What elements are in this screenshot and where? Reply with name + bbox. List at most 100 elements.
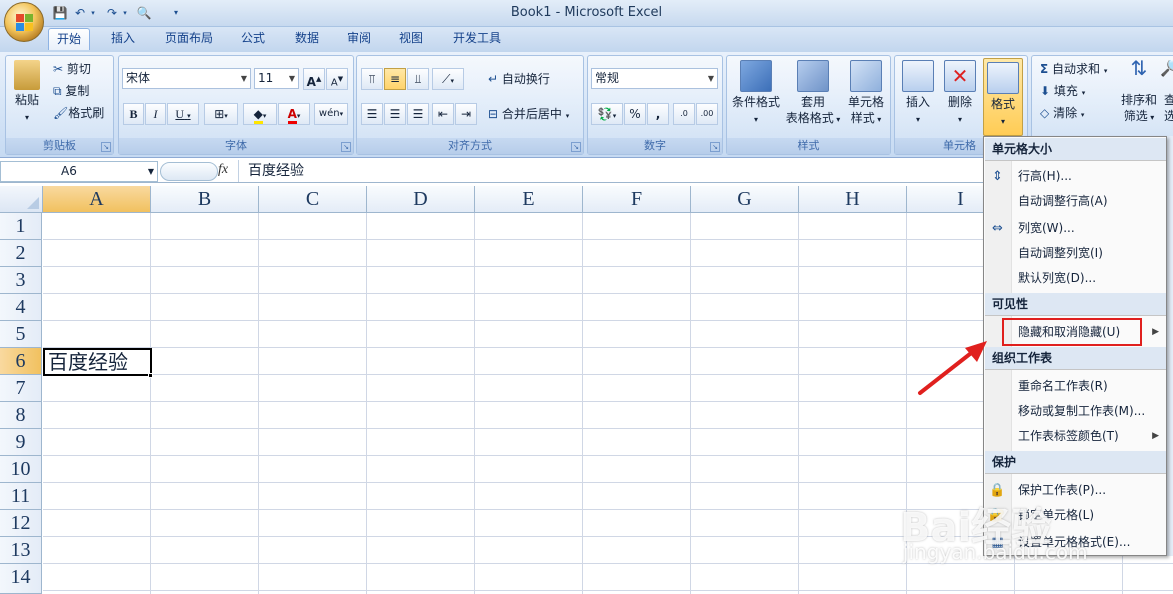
- row-header[interactable]: 13: [0, 537, 42, 564]
- font-size-combo[interactable]: 11 ▼: [254, 68, 299, 89]
- italic-button[interactable]: I: [145, 103, 166, 125]
- align-right-button[interactable]: ☰: [407, 103, 429, 125]
- tab-developer[interactable]: 开发工具: [445, 28, 509, 50]
- accounting-format-button[interactable]: 💱▾: [591, 103, 623, 125]
- row-header[interactable]: 5: [0, 321, 42, 348]
- font-name-combo[interactable]: 宋体 ▼: [122, 68, 251, 89]
- align-middle-button[interactable]: ≡: [384, 68, 406, 90]
- alignment-group-label: 对齐方式: [357, 138, 583, 154]
- tab-insert[interactable]: 插入: [103, 28, 143, 50]
- office-logo-icon: [16, 14, 34, 32]
- dialog-launcher-icon[interactable]: ↘: [341, 142, 351, 152]
- align-left-button[interactable]: ☰: [361, 103, 383, 125]
- align-top-button[interactable]: ⫪: [361, 68, 383, 90]
- decrease-decimal-button[interactable]: .00: [696, 103, 718, 125]
- increase-decimal-button[interactable]: .0: [673, 103, 695, 125]
- align-bottom-button[interactable]: ⫫: [407, 68, 429, 90]
- insert-cells-button[interactable]: 插入 ▾: [898, 60, 938, 128]
- insert-function-icon[interactable]: fx: [218, 162, 228, 178]
- tab-page-layout[interactable]: 页面布局: [157, 28, 221, 50]
- orientation-button[interactable]: ⟋▾: [432, 68, 464, 90]
- column-header-d[interactable]: D: [367, 186, 475, 213]
- column-header-b[interactable]: B: [151, 186, 259, 213]
- column-header-f[interactable]: F: [583, 186, 691, 213]
- row-header[interactable]: 2: [0, 240, 42, 267]
- comma-button[interactable]: ,: [647, 103, 669, 125]
- row-header[interactable]: 12: [0, 510, 42, 537]
- row-header[interactable]: 10: [0, 456, 42, 483]
- decrease-indent-icon: ⇤: [437, 107, 449, 121]
- active-cell[interactable]: 百度经验: [43, 348, 152, 376]
- merge-icon: ⊟: [488, 107, 499, 121]
- tab-review[interactable]: 审阅: [339, 28, 379, 50]
- autosum-button[interactable]: Σ 自动求和 ▾: [1040, 60, 1107, 77]
- menu-item-autofit-row[interactable]: 自动调整行高(A): [985, 189, 1166, 214]
- increase-indent-button[interactable]: ⇥: [455, 103, 477, 125]
- row-header[interactable]: 14: [0, 564, 42, 594]
- find-select-button[interactable]: 🔎 查选: [1160, 60, 1173, 124]
- menu-item-autofit-column[interactable]: 自动调整列宽(I): [985, 241, 1166, 266]
- copy-button[interactable]: ⧉ 复制: [53, 82, 89, 99]
- row-header[interactable]: 1: [0, 213, 42, 240]
- row-header[interactable]: 11: [0, 483, 42, 510]
- column-header-g[interactable]: G: [691, 186, 799, 213]
- format-painter-button[interactable]: 🖌格式刷: [53, 104, 104, 121]
- dialog-launcher-icon[interactable]: ↘: [710, 142, 720, 152]
- column-header-a[interactable]: A: [43, 186, 151, 213]
- menu-item-move-copy-sheet[interactable]: 移动或复制工作表(M)...: [985, 399, 1166, 424]
- borders-button[interactable]: ⊞▾: [204, 103, 238, 125]
- delete-cells-button[interactable]: ✕ 删除 ▾: [940, 60, 980, 128]
- clear-button[interactable]: ◇ 清除 ▾: [1040, 104, 1084, 121]
- conditional-formatting-button[interactable]: 条件格式 ▾: [728, 60, 784, 128]
- percent-button[interactable]: %: [624, 103, 646, 125]
- row-header[interactable]: 7: [0, 375, 42, 402]
- tab-home[interactable]: 开始: [48, 28, 91, 50]
- paste-button[interactable]: 粘贴 ▾: [8, 60, 46, 126]
- row-header[interactable]: 4: [0, 294, 42, 321]
- menu-item-default-width[interactable]: 默认列宽(D)...: [985, 266, 1166, 291]
- bold-button[interactable]: B: [123, 103, 144, 125]
- cell-styles-icon: [850, 60, 882, 92]
- name-box[interactable]: A6 ▼: [0, 161, 158, 182]
- conditional-format-icon: [740, 60, 772, 92]
- sort-filter-button[interactable]: ⇅ 排序和 筛选 ▾: [1118, 58, 1160, 126]
- column-header-c[interactable]: C: [259, 186, 367, 213]
- select-all-corner[interactable]: [0, 186, 43, 213]
- row-header[interactable]: 9: [0, 429, 42, 456]
- tab-formulas[interactable]: 公式: [233, 28, 273, 50]
- shrink-font-button[interactable]: A▼: [326, 68, 348, 90]
- align-center-button[interactable]: ☰: [384, 103, 406, 125]
- formula-bar-expand-handle[interactable]: [160, 162, 218, 181]
- column-header-e[interactable]: E: [475, 186, 583, 213]
- cut-button[interactable]: ✂ 剪切: [53, 60, 91, 77]
- fill-color-button[interactable]: ◆▾: [243, 103, 277, 125]
- row-header[interactable]: 6: [0, 348, 42, 375]
- dialog-launcher-icon[interactable]: ↘: [101, 142, 111, 152]
- number-format-combo[interactable]: 常规 ▼: [591, 68, 718, 89]
- format-button[interactable]: 格式 ▾: [983, 58, 1023, 136]
- cell-styles-button[interactable]: 单元格 样式 ▾: [842, 60, 890, 128]
- row-header[interactable]: 3: [0, 267, 42, 294]
- dialog-launcher-icon[interactable]: ↘: [571, 142, 581, 152]
- column-header-h[interactable]: H: [799, 186, 907, 213]
- wrap-text-button[interactable]: ↵ 自动换行: [488, 70, 550, 87]
- underline-button[interactable]: U ▾: [167, 103, 199, 125]
- merge-center-button[interactable]: ⊟ 合并后居中 ▾: [488, 105, 569, 122]
- grow-font-button[interactable]: A▲: [303, 68, 325, 90]
- chevron-down-icon: ▼: [288, 74, 296, 83]
- copy-icon: ⧉: [53, 84, 62, 98]
- font-color-button[interactable]: A▾: [278, 103, 310, 125]
- menu-item-row-height[interactable]: ⇕ 行高(H)...: [985, 164, 1166, 189]
- phonetic-button[interactable]: wén▾: [314, 103, 348, 125]
- office-button[interactable]: [4, 2, 44, 42]
- menu-item-tab-color[interactable]: 工作表标签颜色(T) ▶: [985, 424, 1166, 449]
- tab-data[interactable]: 数据: [287, 28, 327, 50]
- row-header[interactable]: 8: [0, 402, 42, 429]
- format-as-table-button[interactable]: 套用 表格格式 ▾: [784, 60, 842, 128]
- fill-button[interactable]: ⬇ 填充 ▾: [1040, 82, 1085, 99]
- menu-item-column-width[interactable]: ⇔ 列宽(W)...: [985, 216, 1166, 241]
- fill-handle[interactable]: [148, 373, 153, 378]
- decrease-indent-button[interactable]: ⇤: [432, 103, 454, 125]
- menu-item-rename-sheet[interactable]: 重命名工作表(R): [985, 374, 1166, 399]
- tab-view[interactable]: 视图: [391, 28, 431, 50]
